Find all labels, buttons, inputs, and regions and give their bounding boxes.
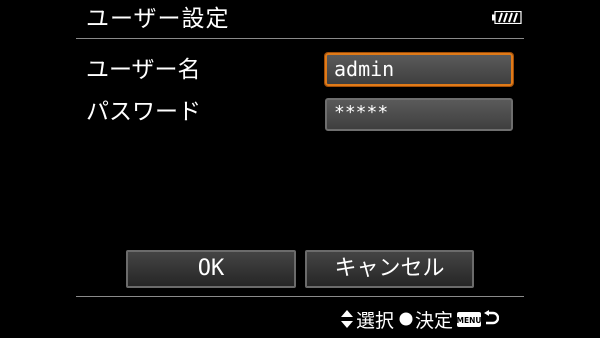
svg-text:MENU: MENU	[457, 316, 481, 325]
footer-divider	[76, 296, 524, 297]
username-label: ユーザー名	[86, 57, 201, 83]
header-divider	[76, 38, 524, 39]
ok-button[interactable]: OK	[126, 250, 296, 288]
user-settings-screen: ユーザー設定 ユーザー名 admin パスワード ***** OK キャンセル …	[0, 0, 600, 338]
password-label: パスワード	[86, 99, 201, 125]
page-title: ユーザー設定	[86, 6, 230, 32]
password-field[interactable]: *****	[325, 98, 513, 131]
battery-full-icon	[492, 11, 522, 24]
filled-circle-icon	[399, 312, 413, 326]
return-arrow-icon	[484, 310, 500, 325]
up-down-arrows-icon	[341, 310, 353, 328]
footer-hints: 選択 決定 MENU	[340, 305, 500, 333]
confirm-hint-label: 決定	[415, 309, 454, 332]
menu-button-icon: MENU	[457, 311, 482, 327]
select-hint-label: 選択	[356, 309, 395, 332]
username-field[interactable]: admin	[325, 53, 513, 86]
cancel-button[interactable]: キャンセル	[305, 250, 474, 288]
